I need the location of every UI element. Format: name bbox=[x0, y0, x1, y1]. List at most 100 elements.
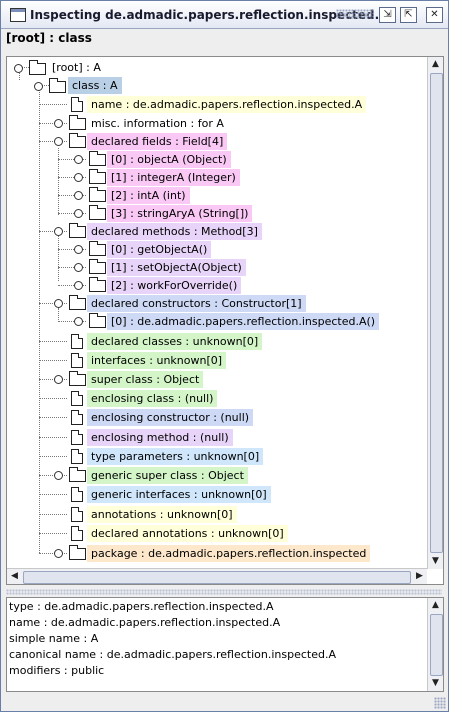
tree-node-generic-super-class[interactable]: generic super class : Object bbox=[87, 467, 248, 484]
tree-node-constructor[interactable]: [0] : de.admadic.papers.reflection.inspe… bbox=[107, 313, 380, 330]
expand-handle[interactable] bbox=[74, 209, 83, 218]
expand-handle[interactable] bbox=[34, 82, 43, 91]
tree-node-class[interactable]: class : A bbox=[68, 77, 122, 94]
expand-handle[interactable] bbox=[14, 64, 23, 73]
tree-horizontal-scrollbar[interactable]: ◀ ▶ bbox=[7, 568, 427, 584]
tree-node-type-parameters[interactable]: type parameters : unknown[0] bbox=[87, 448, 264, 465]
file-icon bbox=[71, 391, 83, 406]
tree-node-name[interactable]: name : de.admadic.papers.reflection.insp… bbox=[87, 96, 367, 113]
title-grip bbox=[336, 9, 374, 19]
expand-handle[interactable] bbox=[54, 227, 63, 236]
detail-modifiers: modifiers : public bbox=[9, 664, 105, 677]
folder-icon bbox=[89, 259, 106, 274]
folder-icon bbox=[69, 133, 86, 148]
file-icon bbox=[71, 507, 83, 522]
expand-handle[interactable] bbox=[74, 173, 83, 182]
tree-line bbox=[58, 308, 59, 320]
close-button[interactable]: ✕ bbox=[426, 7, 443, 23]
scroll-up-arrow-icon[interactable]: ▲ bbox=[428, 598, 443, 613]
scroll-down-arrow-icon[interactable]: ▼ bbox=[428, 676, 443, 691]
file-icon bbox=[71, 487, 83, 502]
tree-node-enclosing-method[interactable]: enclosing method : (null) bbox=[87, 429, 233, 446]
window-icon bbox=[10, 8, 26, 22]
tree-node-field[interactable]: [1] : integerA (Integer) bbox=[107, 169, 240, 186]
tree-node-field[interactable]: [3] : stringAryA (String[]) bbox=[107, 205, 253, 222]
expand-handle[interactable] bbox=[74, 245, 83, 254]
expand-handle[interactable] bbox=[54, 549, 63, 558]
tree-node-package[interactable]: package : de.admadic.papers.reflection.i… bbox=[87, 545, 371, 562]
tree-vertical-scrollbar[interactable]: ▲ ▼ bbox=[427, 57, 443, 569]
resize-grip[interactable] bbox=[434, 697, 446, 709]
file-icon bbox=[71, 449, 83, 464]
tree-line bbox=[39, 86, 40, 553]
tree-node-declared-classes[interactable]: declared classes : unknown[0] bbox=[87, 333, 263, 350]
vertical-scroll-thumb[interactable] bbox=[430, 73, 443, 553]
expand-handle[interactable] bbox=[54, 137, 63, 146]
scroll-right-arrow-icon[interactable]: ▶ bbox=[412, 569, 427, 584]
expand-handle[interactable] bbox=[54, 471, 63, 480]
title-bar[interactable]: Inspecting de.admadic.papers.reflection.… bbox=[1, 1, 448, 29]
tree-node-declared-annotations[interactable]: declared annotations : unknown[0] bbox=[87, 525, 288, 542]
tree-node-method[interactable]: [2] : workForOverride() bbox=[107, 277, 242, 294]
detail-canonical-name: canonical name : de.admadic.papers.refle… bbox=[9, 648, 336, 661]
tree-node-declared-constructors[interactable]: declared constructors : Constructor[1] bbox=[87, 295, 306, 312]
tree-node-method[interactable]: [0] : getObjectA() bbox=[107, 241, 212, 258]
expand-handle[interactable] bbox=[54, 375, 63, 384]
maximize-button[interactable]: ⇱ bbox=[400, 7, 417, 23]
file-icon bbox=[71, 334, 83, 349]
folder-icon bbox=[69, 545, 86, 560]
tree-node-declared-fields[interactable]: declared fields : Field[4] bbox=[87, 133, 228, 150]
tree-node-root[interactable]: [root] : A bbox=[48, 59, 105, 76]
detail-simple-name: simple name : A bbox=[9, 632, 99, 645]
folder-icon bbox=[89, 241, 106, 256]
tree-node-super-class[interactable]: super class : Object bbox=[87, 371, 204, 388]
expand-handle[interactable] bbox=[54, 119, 63, 128]
expand-handle[interactable] bbox=[54, 299, 63, 308]
tree-node-enclosing-constructor[interactable]: enclosing constructor : (null) bbox=[87, 409, 254, 426]
split-pane-divider[interactable] bbox=[6, 589, 442, 595]
file-icon bbox=[71, 353, 83, 368]
folder-icon bbox=[49, 78, 66, 93]
folder-icon bbox=[89, 205, 106, 220]
tree-node-declared-methods[interactable]: declared methods : Method[3] bbox=[87, 223, 262, 240]
folder-icon bbox=[89, 169, 106, 184]
tree-node-field[interactable]: [2] : intA (int) bbox=[107, 187, 190, 204]
folder-icon bbox=[89, 151, 106, 166]
file-icon bbox=[71, 410, 83, 425]
folder-icon bbox=[69, 371, 86, 386]
file-icon bbox=[71, 526, 83, 541]
class-tree[interactable]: [root] : A class : A name : de.admadic.p… bbox=[6, 56, 444, 585]
scroll-left-arrow-icon[interactable]: ◀ bbox=[7, 569, 22, 584]
expand-handle[interactable] bbox=[74, 281, 83, 290]
breadcrumb: [root] : class bbox=[6, 31, 92, 45]
folder-icon bbox=[69, 223, 86, 238]
tree-node-method[interactable]: [1] : setObjectA(Object) bbox=[107, 259, 246, 276]
folder-icon bbox=[89, 187, 106, 202]
scroll-up-arrow-icon[interactable]: ▲ bbox=[428, 57, 443, 72]
tree-node-interfaces[interactable]: interfaces : unknown[0] bbox=[87, 352, 227, 369]
horizontal-scroll-thumb[interactable] bbox=[23, 571, 411, 584]
tree-line bbox=[58, 232, 59, 281]
folder-icon bbox=[29, 60, 46, 75]
expand-handle[interactable] bbox=[74, 317, 83, 326]
tree-node-misc[interactable]: misc. information : for A bbox=[87, 115, 228, 132]
expand-handle[interactable] bbox=[74, 263, 83, 272]
window-title: Inspecting de.admadic.papers.reflection.… bbox=[30, 8, 389, 22]
expand-handle[interactable] bbox=[74, 155, 83, 164]
folder-icon bbox=[69, 295, 86, 310]
expand-handle[interactable] bbox=[74, 191, 83, 200]
iconify-button[interactable]: ⇲ bbox=[379, 7, 396, 23]
folder-icon bbox=[69, 115, 86, 130]
tree-node-generic-interfaces[interactable]: generic interfaces : unknown[0] bbox=[87, 486, 271, 503]
tree-node-enclosing-class[interactable]: enclosing class : (null) bbox=[87, 390, 218, 407]
tree-node-annotations[interactable]: annotations : unknown[0] bbox=[87, 506, 237, 523]
details-panel[interactable]: type : de.admadic.papers.reflection.insp… bbox=[6, 597, 444, 692]
details-scroll-thumb[interactable] bbox=[430, 614, 443, 676]
scroll-down-arrow-icon[interactable]: ▼ bbox=[428, 554, 443, 569]
folder-icon bbox=[89, 277, 106, 292]
details-vertical-scrollbar[interactable]: ▲ ▼ bbox=[427, 598, 443, 691]
detail-type: type : de.admadic.papers.reflection.insp… bbox=[9, 600, 274, 613]
inspector-window: Inspecting de.admadic.papers.reflection.… bbox=[0, 0, 449, 712]
tree-node-field[interactable]: [0] : objectA (Object) bbox=[107, 151, 231, 168]
detail-name: name : de.admadic.papers.reflection.insp… bbox=[9, 616, 281, 629]
